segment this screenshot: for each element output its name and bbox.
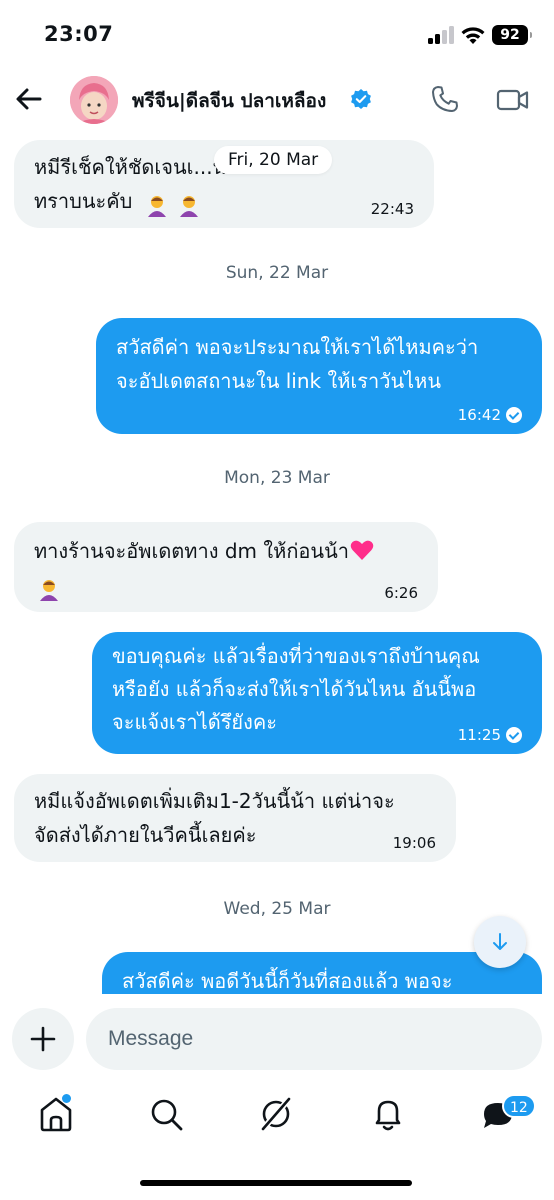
date-separator: Mon, 23 Mar (224, 468, 330, 488)
scroll-to-bottom-button[interactable] (474, 916, 526, 968)
message-time: 16:42 (457, 406, 501, 424)
conversation-header: พรีจีน|ดีลจีน ปลาเหลือง (0, 70, 554, 132)
status-bar: 23:07 92 (0, 0, 554, 70)
message-bubble-outgoing[interactable]: สวัสดีค่า พอจะประมาณให้เราได้ไหมคะว่า จะ… (96, 318, 542, 434)
message-text: ทางร้านจะอัพเดตทาง dm ให้ก่อนน้า (34, 534, 420, 568)
search-icon[interactable] (146, 1094, 186, 1134)
message-time-read: 11:25 (458, 726, 522, 744)
verified-badge-icon (351, 89, 371, 109)
read-receipt-icon (506, 407, 522, 423)
phone-icon[interactable] (430, 84, 460, 114)
message-bubble-incoming[interactable]: หมีแจ้งอัพเดตเพิ่มเติม1-2วันนี้น้า แต่น่… (14, 774, 456, 862)
message-text-body: ทางร้านจะอัพเดตทาง dm ให้ก่อนน้า (34, 539, 350, 563)
grok-icon[interactable] (256, 1094, 296, 1134)
message-text: หมีแจ้งอัพเดตเพิ่มเติม1-2วันนี้น้า แต่น่… (34, 789, 395, 847)
video-icon[interactable] (496, 86, 530, 114)
home-indicator (140, 1180, 412, 1186)
floating-date-pill: Fri, 20 Mar (214, 146, 333, 174)
message-time: 6:26 (384, 584, 418, 602)
message-text: สวัสดีค่า พอจะประมาณให้เราได้ไหมคะว่า จะ… (116, 335, 479, 393)
message-text: สวัสดีค่ะ พอดีวันนี้ก็วันที่สองแล้ว พอจะ (122, 969, 453, 993)
message-time: 11:25 (457, 726, 501, 744)
plus-icon (30, 1026, 56, 1052)
pink-heart-emoji (350, 540, 374, 560)
new-posts-dot (62, 1094, 71, 1103)
avatar[interactable] (70, 76, 118, 124)
bell-icon[interactable] (368, 1094, 408, 1134)
back-arrow-icon[interactable] (12, 82, 46, 116)
messages-unread-badge: 12 (502, 1094, 536, 1118)
message-bubble-incoming[interactable]: ทางร้านจะอัพเดตทาง dm ให้ก่อนน้า 6:26 (14, 522, 438, 612)
battery-indicator: 92 (492, 25, 532, 45)
wifi-icon (461, 27, 485, 44)
date-separator: Sun, 22 Mar (225, 263, 329, 283)
message-text: ขอบคุณค่ะ แล้วเรื่องที่ว่าของเราถึงบ้านค… (112, 644, 480, 734)
arrow-down-icon (493, 933, 507, 950)
status-time: 23:07 (44, 22, 114, 46)
woman-bowing-emoji (144, 190, 202, 224)
read-receipt-icon (506, 727, 522, 743)
message-input[interactable] (86, 1008, 542, 1070)
woman-bowing-emoji (36, 574, 62, 608)
date-separator: Wed, 25 Mar (223, 899, 331, 919)
message-time-read: 16:42 (458, 406, 522, 424)
message-time: 19:06 (392, 834, 436, 852)
bottom-tab-bar (0, 1086, 554, 1156)
message-time: 22:43 (370, 200, 414, 218)
cellular-signal-icon (428, 26, 456, 44)
message-bubble-outgoing[interactable]: ขอบคุณค่ะ แล้วเรื่องที่ว่าของเราถึงบ้านค… (92, 632, 542, 754)
add-attachment-button[interactable] (12, 1008, 74, 1070)
contact-name[interactable]: พรีจีน|ดีลจีน ปลาเหลือง (132, 86, 326, 116)
